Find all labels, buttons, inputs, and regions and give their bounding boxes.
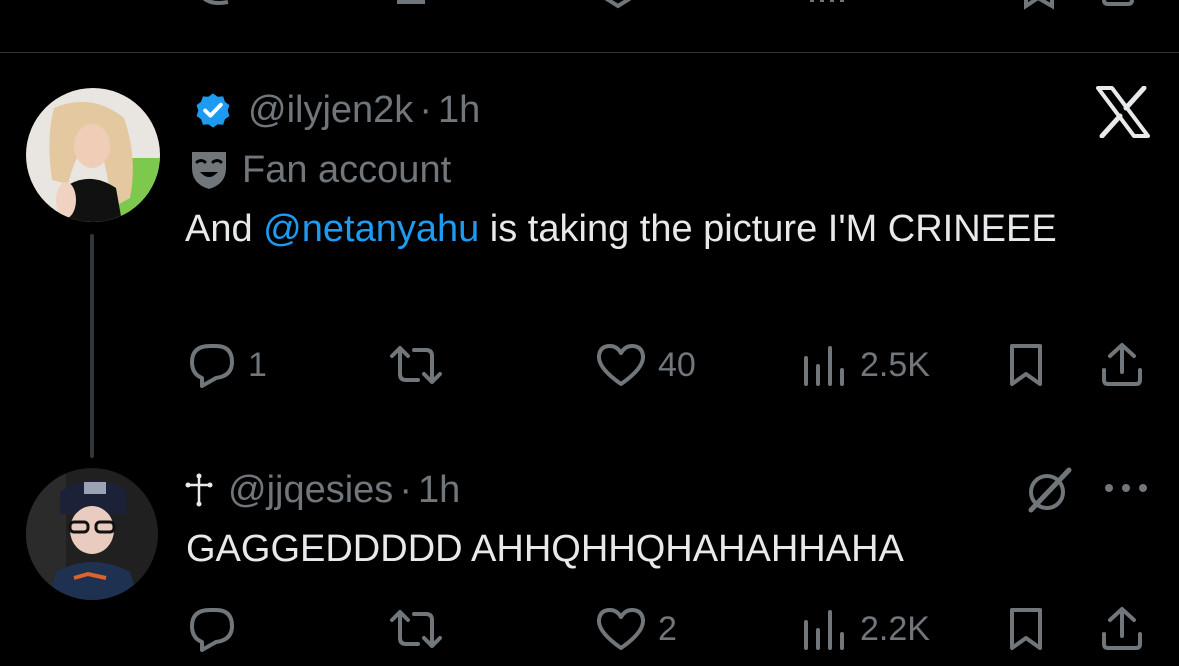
views-icon	[804, 610, 844, 650]
heart-icon	[596, 608, 646, 650]
like-count: 40	[658, 345, 696, 384]
like-button[interactable]: 40	[596, 342, 696, 388]
tweet-text: And @netanyahu is taking the picture I'M…	[185, 200, 1085, 258]
tweet-actions: 2 2.2K	[0, 602, 1179, 658]
verified-badge-icon	[196, 93, 230, 128]
like-button[interactable]: 2	[596, 606, 677, 652]
tweet-text-part: is taking the picture I'M CRINEEE	[479, 208, 1057, 250]
avatar[interactable]	[26, 88, 160, 222]
retweet-icon	[390, 610, 442, 648]
theater-mask-icon	[192, 152, 226, 189]
views-icon[interactable]	[808, 0, 846, 10]
author-handle[interactable]: @ilyjen2k	[248, 89, 413, 132]
retweet-button[interactable]	[388, 342, 456, 388]
heart-icon	[596, 344, 646, 386]
share-button[interactable]	[1098, 342, 1146, 388]
separator: ·	[419, 88, 432, 131]
bookmark-button[interactable]	[1004, 606, 1048, 652]
tweet-header: @jjqesies · 1h	[184, 466, 460, 514]
tweet-header: @ilyjen2k · 1h	[192, 84, 480, 136]
reply-button[interactable]	[188, 606, 248, 652]
parody-label: Fan account	[190, 146, 451, 194]
heart-icon[interactable]	[598, 0, 638, 10]
x-logo-icon	[1096, 86, 1150, 138]
avatar[interactable]	[26, 468, 158, 600]
reply-button[interactable]: 1	[188, 342, 267, 388]
timestamp[interactable]: 1h	[418, 469, 460, 512]
bookmark-icon	[1010, 344, 1042, 386]
more-icon[interactable]	[1103, 480, 1149, 496]
retweet-icon	[390, 346, 442, 384]
divider	[0, 52, 1179, 53]
share-icon	[1102, 607, 1142, 650]
views-button[interactable]: 2.5K	[800, 342, 930, 388]
share-button[interactable]	[1098, 606, 1146, 652]
separator: ·	[399, 468, 412, 511]
cross-icon	[185, 473, 213, 507]
author-handle[interactable]: @jjqesies	[228, 469, 393, 512]
grok-icon[interactable]	[1025, 466, 1073, 514]
share-icon[interactable]	[1098, 0, 1138, 10]
reply-icon	[190, 608, 234, 652]
reply-icon[interactable]	[198, 0, 232, 10]
previous-tweet-actions	[0, 0, 1179, 12]
retweet-icon[interactable]	[395, 0, 435, 10]
parody-label-text: Fan account	[242, 148, 452, 191]
bookmark-icon[interactable]	[1022, 0, 1056, 10]
timestamp[interactable]: 1h	[438, 89, 480, 132]
tweet-actions: 1 40 2.5K	[0, 338, 1179, 394]
retweet-button[interactable]	[388, 606, 456, 652]
reply-count: 1	[248, 345, 267, 384]
tweet-text-part: And	[185, 208, 264, 250]
like-count: 2	[658, 609, 677, 648]
mention-link[interactable]: @netanyahu	[263, 208, 479, 250]
share-icon	[1102, 343, 1142, 386]
bookmark-icon	[1010, 608, 1042, 650]
views-icon	[804, 346, 844, 386]
views-button[interactable]: 2.2K	[800, 606, 930, 652]
tweet-text: GAGGEDDDDD AHHQHHQHAHAHHAHA	[186, 528, 904, 570]
reply-icon	[190, 344, 234, 388]
bookmark-button[interactable]	[1004, 342, 1048, 388]
view-count: 2.2K	[860, 609, 930, 648]
view-count: 2.5K	[860, 345, 930, 384]
